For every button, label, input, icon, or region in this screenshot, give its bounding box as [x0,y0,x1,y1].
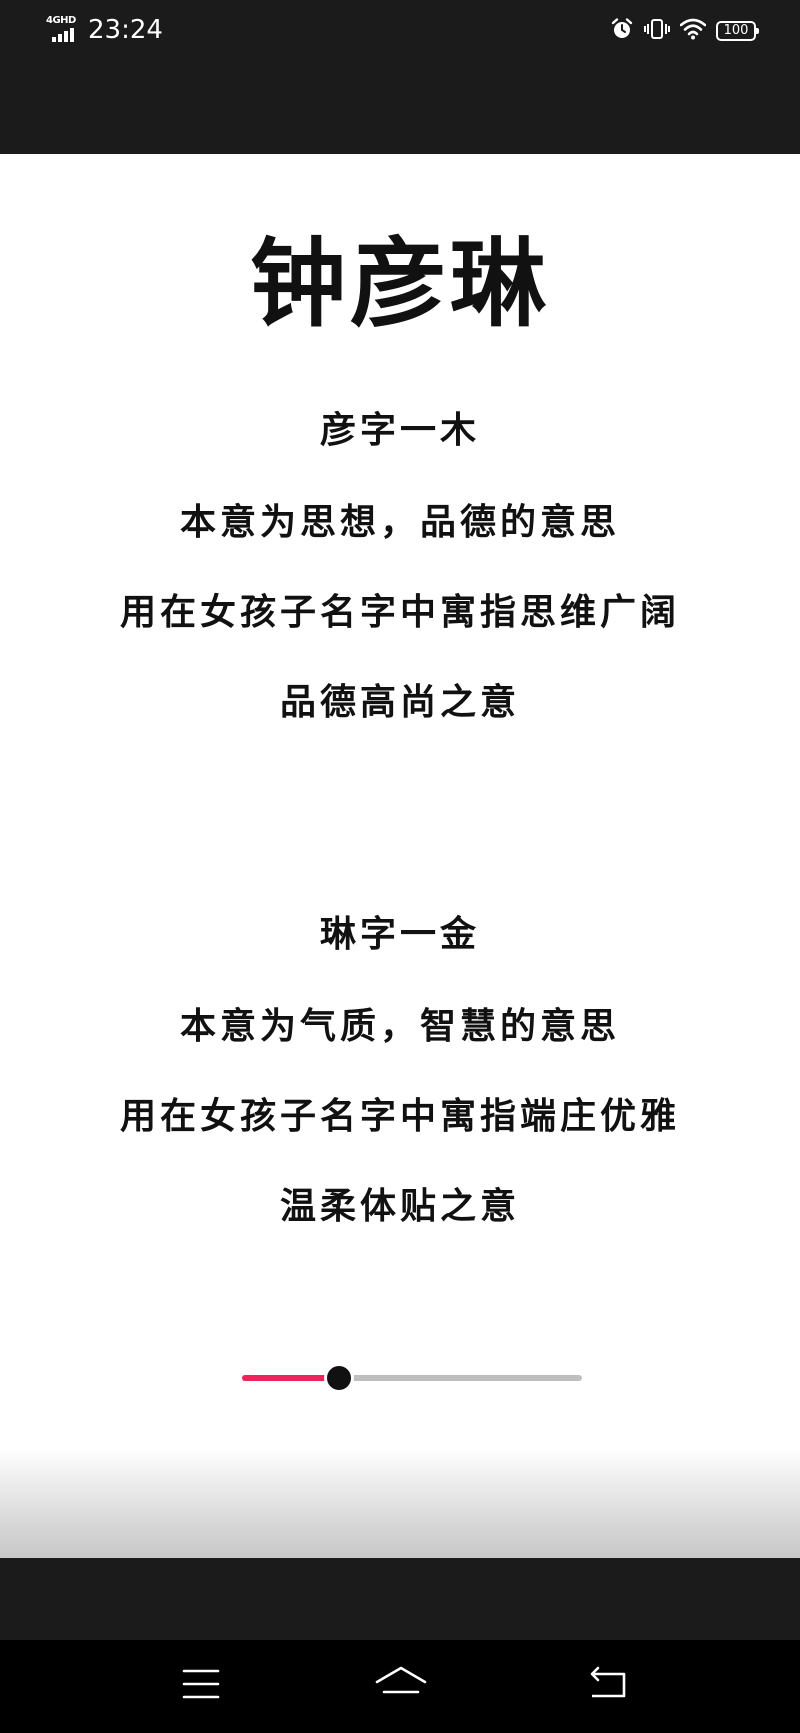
caption-line: 彦字一木 [319,409,480,451]
signal-icon: 4GHD [46,16,82,44]
status-icons: 100 [610,16,759,46]
caption-line: 温柔体贴之意 [279,1185,520,1227]
status-bar: 4GHD 23:24 100 [0,0,800,60]
menu-button[interactable] [176,1662,226,1706]
vibrate-icon [644,17,670,45]
network-type: 4GHD [46,15,76,26]
exit-fullscreen-button[interactable] [714,1358,752,1396]
current-time: 00:14 [126,1362,199,1391]
caption-line: 用在女孩子名字中寓指思维广阔 [119,591,680,633]
status-time: 23:24 [88,15,163,45]
caption-line: 琳字一金 [319,913,480,955]
video-player[interactable]: 钟彦琳 彦字一木 本意为思想，品德的意思 用在女孩子名字中寓指思维广阔 品德高尚… [0,154,800,1558]
caption-line: 用在女孩子名字中寓指端庄优雅 [119,1095,680,1137]
caption-line: 品德高尚之意 [279,681,520,723]
exit-fullscreen-icon [715,1359,751,1395]
total-time: 00:49 [602,1362,675,1391]
caption-line: 本意为思想，品德的意思 [179,501,620,543]
navigation-bar [0,1640,800,1733]
seek-thumb[interactable] [324,1363,355,1393]
video-title: 钟彦琳 [250,227,550,340]
play-icon [55,1359,86,1393]
menu-icon [182,1669,220,1699]
phone-screen: 4GHD 23:24 100 钟彦琳 彦字一木 本意为思想，品德的意思 用在女孩… [0,0,800,1733]
back-button[interactable] [584,1662,634,1706]
controls-gradient [0,1448,800,1558]
battery-icon: 100 [716,21,759,41]
back-icon [590,1666,626,1698]
home-icon [375,1666,427,1694]
play-button[interactable] [52,1358,88,1394]
player-controls: 00:14 00:49 [0,1352,800,1404]
wifi-icon [679,18,707,44]
caption-line: 本意为气质，智慧的意思 [179,1005,620,1047]
home-button[interactable] [374,1662,427,1706]
alarm-icon [610,17,634,45]
seek-bar[interactable] [242,1363,582,1393]
